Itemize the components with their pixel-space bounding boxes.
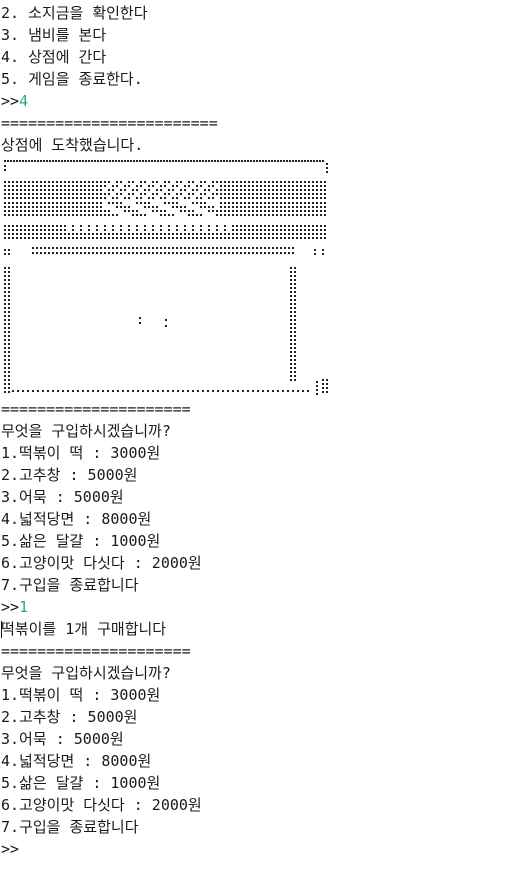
prompt: >> (1, 598, 20, 616)
divider-line: ===================== (1, 400, 191, 418)
shop-item: 4.넓적당면 : 8000원 (1, 752, 152, 770)
menu-line-4: 4. 상점에 간다 (1, 48, 107, 66)
purchase-message: 떡볶이를 1개 구매합니다 (1, 620, 167, 638)
shop-item: 3.어묵 : 5000원 (1, 730, 124, 748)
user-input: 4 (19, 92, 29, 110)
shop-item: 5.삶은 달걀 : 1000원 (1, 532, 161, 550)
shop-item: 1.떡볶이 떡 : 3000원 (1, 444, 161, 462)
prompt: >> (1, 92, 20, 110)
prompt-line-2: >>1 (1, 596, 28, 618)
prompt-line-1: >>4 (1, 90, 28, 112)
shop-item: 2.고추창 : 5000원 (1, 708, 138, 726)
shop-ascii-art (2, 157, 330, 399)
shop-item: 1.떡볶이 떡 : 3000원 (1, 686, 161, 704)
shop-title: 무엇을 구입하시겠습니까? (1, 664, 171, 682)
arrive-message: 상점에 도착했습니다. (1, 136, 144, 154)
menu-line-5: 5. 게임을 종료한다. (1, 70, 143, 88)
shop-item: 7.구입을 종료합니다 (1, 576, 139, 594)
divider-line: ===================== (1, 642, 191, 660)
menu-line-2: 2. 소지금을 확인한다 (1, 4, 148, 22)
menu-line-3: 3. 냄비를 본다 (1, 26, 107, 44)
divider-line: ======================== (1, 114, 218, 132)
shop-item: 3.어묵 : 5000원 (1, 488, 124, 506)
shop-title: 무엇을 구입하시겠습니까? (1, 422, 171, 440)
console-window[interactable]: 2. 소지금을 확인한다 3. 냄비를 본다 4. 상점에 간다 5. 게임을 … (0, 0, 529, 877)
shop-item: 7.구입을 종료합니다 (1, 818, 139, 836)
shop-item: 6.고양이맛 다싯다 : 2000원 (1, 554, 202, 572)
shop-item: 2.고추창 : 5000원 (1, 466, 138, 484)
user-input: 1 (19, 598, 29, 616)
shop-item: 6.고양이맛 다싯다 : 2000원 (1, 796, 202, 814)
input-prompt[interactable]: >> (1, 838, 19, 860)
shop-item: 4.넓적당면 : 8000원 (1, 510, 152, 528)
shop-item: 5.삶은 달걀 : 1000원 (1, 774, 161, 792)
